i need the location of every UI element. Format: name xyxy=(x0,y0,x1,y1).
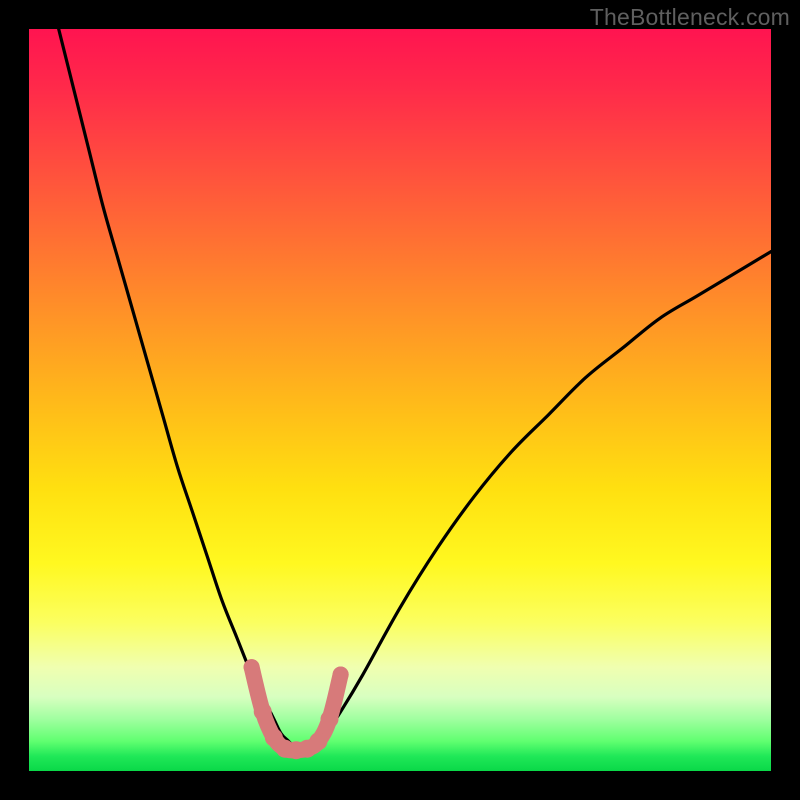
valley-marker-dot xyxy=(333,667,349,683)
chart-frame: TheBottleneck.com xyxy=(0,0,800,800)
bottleneck-curve xyxy=(59,29,771,749)
valley-marker-dot xyxy=(254,703,272,721)
watermark-text: TheBottleneck.com xyxy=(590,4,790,31)
valley-marker-dot xyxy=(321,710,339,728)
chart-svg xyxy=(29,29,771,771)
valley-marker-dot xyxy=(244,659,260,675)
plot-area xyxy=(29,29,771,771)
valley-marker-dot xyxy=(309,732,327,750)
